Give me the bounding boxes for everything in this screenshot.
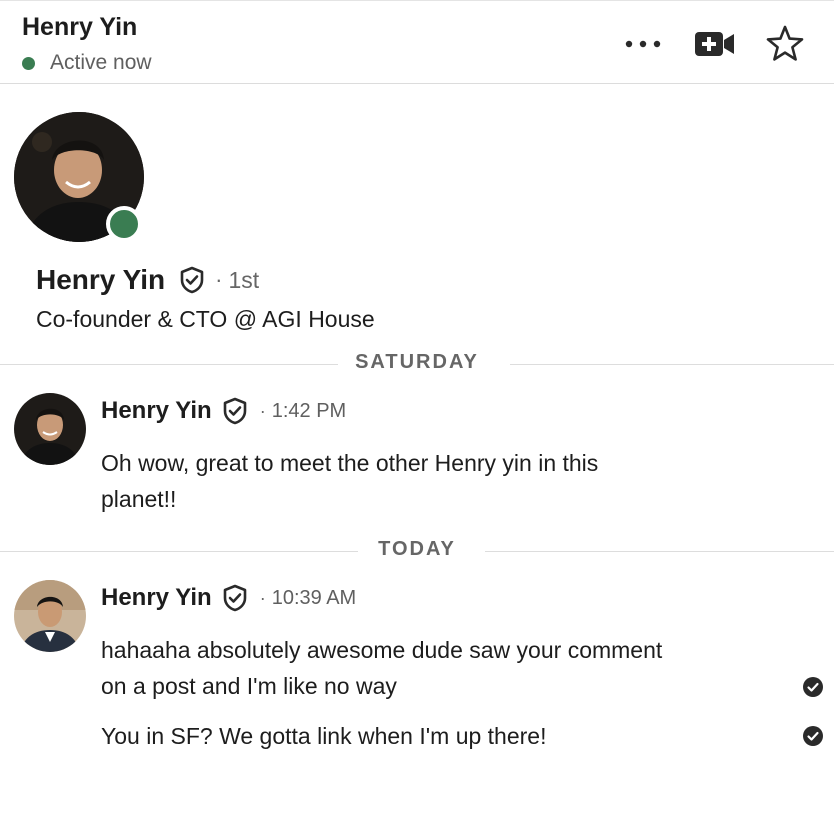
read-receipt-icon (802, 725, 824, 747)
presence-indicator (106, 206, 142, 242)
time-separator: · (259, 400, 266, 421)
profile-headline: Co-founder & CTO @ AGI House (36, 306, 375, 332)
presence-status: Active now (22, 51, 152, 75)
message-timestamp: 1:42 PM (271, 399, 347, 422)
message-body: You in SF? We gotta link when I'm up the… (101, 723, 547, 749)
message-header: Henry Yin · 1:42 PM (101, 396, 346, 426)
connection-degree: 1st (228, 266, 260, 293)
star-icon[interactable] (760, 21, 810, 65)
read-receipt-icon (802, 676, 824, 698)
message-body: Oh wow, great to meet the other Henry yi… (101, 445, 598, 517)
message-timestamp: 10:39 AM (271, 586, 357, 609)
active-status-dot (22, 56, 35, 70)
message-line: hahaaha absolutely awesome dude saw your… (101, 637, 663, 663)
message-avatar[interactable] (14, 580, 86, 652)
verified-shield-icon[interactable] (222, 583, 250, 613)
degree-separator: · (215, 267, 223, 292)
message-sender-name[interactable]: Henry Yin (101, 397, 212, 425)
more-options-icon[interactable] (618, 27, 668, 61)
profile-name[interactable]: Henry Yin (36, 264, 165, 296)
verified-shield-icon[interactable] (222, 396, 250, 426)
time-separator: · (259, 587, 266, 608)
message-line: planet!! (101, 486, 177, 512)
profile-card: Henry Yin · 1st Co-founder & CTO @ AGI H… (0, 84, 834, 364)
video-call-icon[interactable] (690, 23, 740, 65)
message-sender-name[interactable]: Henry Yin (101, 584, 212, 612)
profile-name-row: Henry Yin · 1st (36, 264, 259, 296)
active-status-text: Active now (50, 51, 152, 74)
date-divider-today: TODAY (0, 536, 834, 566)
message-body: hahaaha absolutely awesome dude saw your… (101, 632, 662, 704)
message-avatar[interactable] (14, 393, 86, 465)
date-divider-label: TODAY (378, 538, 456, 560)
date-divider-label: SATURDAY (355, 351, 479, 373)
conversation-header: Henry Yin Active now (0, 0, 834, 84)
date-divider-saturday: SATURDAY (0, 349, 834, 379)
verified-shield-icon[interactable] (179, 265, 207, 295)
message-line: Oh wow, great to meet the other Henry yi… (101, 450, 599, 476)
message-line: on a post and I'm like no way (101, 673, 397, 699)
message-header: Henry Yin · 10:39 AM (101, 583, 356, 613)
header-contact-name[interactable]: Henry Yin (22, 13, 137, 42)
